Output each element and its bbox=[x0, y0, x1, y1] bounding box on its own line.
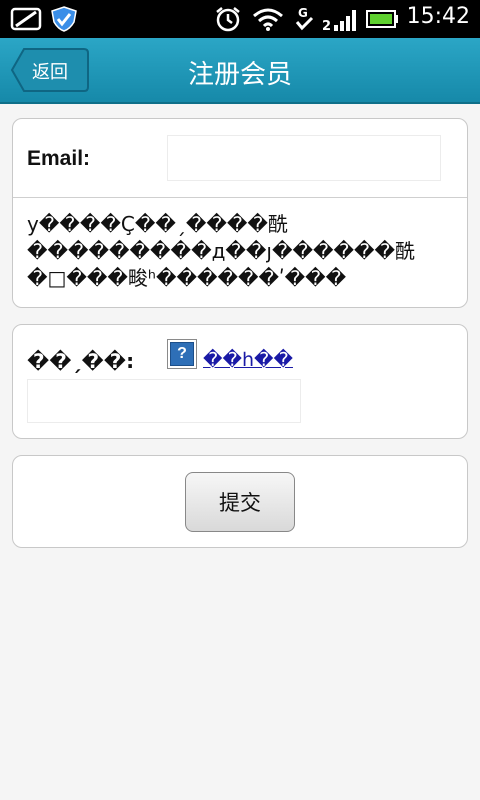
title-bar: 返回 注册会员 bbox=[0, 38, 480, 104]
image-icon bbox=[10, 7, 42, 31]
refresh-captcha-link[interactable]: ��һ�� bbox=[203, 349, 293, 371]
captcha-field[interactable] bbox=[27, 379, 301, 423]
submit-button[interactable]: 提交 bbox=[185, 472, 295, 532]
captcha-image-glyph: ? bbox=[170, 342, 194, 366]
alarm-icon bbox=[216, 7, 240, 32]
page-title: 注册会员 bbox=[187, 60, 292, 90]
registration-notice: у����Ç��ˏ����酰 ���������д��ȷ������酰 �□��… bbox=[27, 212, 416, 290]
status-bar: G 2 15:42 bbox=[0, 0, 480, 38]
battery-icon bbox=[366, 10, 398, 28]
shield-icon bbox=[51, 6, 77, 32]
email-field[interactable] bbox=[167, 135, 441, 181]
email-card: Email: у����Ç��ˏ����酰 ���������д��ȷ�����… bbox=[12, 118, 468, 308]
g-data-icon: G bbox=[295, 6, 314, 31]
captcha-label: ��ˏ��: bbox=[27, 349, 135, 373]
card-divider bbox=[13, 197, 467, 198]
svg-text:2: 2 bbox=[322, 19, 331, 32]
signal-icon: 2 bbox=[322, 10, 356, 32]
wifi-icon bbox=[253, 8, 283, 31]
broken-image-icon[interactable]: ? bbox=[167, 339, 197, 369]
submit-card: 提交 bbox=[12, 455, 468, 548]
email-label: Email: bbox=[27, 147, 91, 170]
captcha-card: ��ˏ��: ? ��һ�� bbox=[12, 324, 468, 439]
clock-time: 15:42 bbox=[406, 4, 470, 29]
svg-text:G: G bbox=[298, 6, 308, 20]
